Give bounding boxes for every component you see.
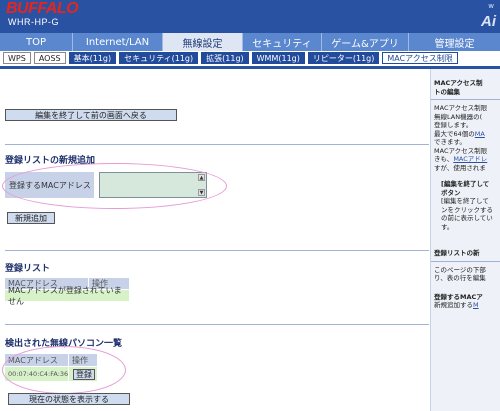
back-button[interactable]: 編集を終了して前の画面へ戻る xyxy=(5,109,177,121)
detected-row-operation: 登録 xyxy=(69,367,97,381)
list-empty-message: MACアドレスが登録されていません xyxy=(5,286,129,306)
help-subheading: 登録するMACア xyxy=(434,292,483,301)
help-text: このページの下部 xyxy=(434,265,486,274)
brand-mark-small: w xyxy=(488,2,494,10)
subtab-wireless-security[interactable]: セキュリティ(11g) xyxy=(119,52,199,64)
subtab-basic[interactable]: 基本(11g) xyxy=(68,52,117,64)
help-text: す。 xyxy=(441,222,454,231)
list-section-title: 登録リスト xyxy=(5,264,51,274)
help-text: の前に表示してい xyxy=(441,214,493,222)
logo: BUFFALO xyxy=(6,0,79,17)
help-subheading-cont: ボタン xyxy=(441,188,461,197)
detected-mac-value: 00:07:40:C4:FA:36 xyxy=(5,367,68,381)
brand-mark: Ai xyxy=(481,13,496,30)
help-sidebar: MACアクセス制 トの編集 MACアクセス制限 無線LAN機器の( 登録します。… xyxy=(430,69,500,411)
help-text: り、表の行を編集 xyxy=(434,274,486,282)
main-tabs: TOP Internet/LAN 無線設定 セキュリティ ゲーム&アプリ 管理設… xyxy=(0,33,500,51)
tab-game-app[interactable]: ゲーム&アプリ xyxy=(322,33,409,51)
help-text: [編集を終了して xyxy=(441,197,489,205)
help-text: MACアクセス制限 xyxy=(434,104,488,112)
help-text: すが、使用されま xyxy=(434,163,486,172)
help-text: 新規追加するM xyxy=(434,301,479,309)
scroll-up-icon[interactable]: ▲ xyxy=(198,174,205,181)
help-text: 無線LAN機器の( xyxy=(434,112,483,121)
help-link[interactable]: MA xyxy=(475,130,485,138)
subtab-wps[interactable]: WPS xyxy=(3,52,31,64)
help-divider xyxy=(431,99,500,100)
detected-col-mac: MACアドレス xyxy=(5,354,68,366)
help-text: MACアクセス制限 xyxy=(434,146,488,155)
subtab-repeater[interactable]: リピーター(11g) xyxy=(307,52,380,64)
tab-top[interactable]: TOP xyxy=(0,33,73,51)
detected-col-operation: 操作 xyxy=(69,354,97,366)
tab-admin[interactable]: 管理設定 xyxy=(409,33,500,51)
sub-navigation: WPS AOSS 基本(11g) セキュリティ(11g) 拡張(11g) WMM… xyxy=(0,51,500,65)
help-text: ンをクリックする xyxy=(441,205,493,214)
divider xyxy=(5,324,429,325)
add-section-title: 登録リストの新規追加 xyxy=(5,156,96,166)
header: BUFFALO WHR-HP-G w Ai xyxy=(0,0,500,33)
mac-address-input[interactable]: ▲ ▼ xyxy=(99,172,207,198)
model-name: WHR-HP-G xyxy=(8,17,59,27)
tab-internet-lan[interactable]: Internet/LAN xyxy=(73,33,163,51)
help-text: できます。 xyxy=(434,138,466,146)
register-button[interactable]: 登録 xyxy=(73,369,95,380)
subtab-advanced[interactable]: 拡張(11g) xyxy=(201,52,249,64)
help-text: 登録します。 xyxy=(434,121,473,129)
mac-address-label: 登録するMACアドレス xyxy=(5,172,94,198)
help-heading: MACアクセス制 xyxy=(434,79,483,87)
help-heading-cont: トの編集 xyxy=(434,87,460,96)
subtab-wmm[interactable]: WMM(11g) xyxy=(251,52,305,64)
help-link[interactable]: MACアドレ xyxy=(453,155,487,163)
help-text: きも、MACアドレ xyxy=(434,155,488,163)
subtab-aoss[interactable]: AOSS xyxy=(33,52,66,64)
add-button[interactable]: 新規追加 xyxy=(7,212,55,224)
help-text: 最大で64個のMA xyxy=(434,129,485,138)
detected-section-title: 検出された無線パソコン一覧 xyxy=(5,339,123,349)
help-heading: 登録リストの新 xyxy=(434,249,480,257)
scroll-down-icon[interactable]: ▼ xyxy=(198,189,205,196)
tab-wireless[interactable]: 無線設定 xyxy=(163,33,243,51)
divider xyxy=(5,250,429,251)
tab-security[interactable]: セキュリティ xyxy=(243,33,322,51)
refresh-status-button[interactable]: 現在の状態を表示する xyxy=(8,393,130,405)
help-divider xyxy=(431,260,500,262)
subtab-mac-access[interactable]: MACアクセス制限 xyxy=(382,52,458,64)
main-content: 編集を終了して前の画面へ戻る 登録リストの新規追加 登録するMACアドレス ▲ … xyxy=(0,69,430,411)
help-link[interactable]: M xyxy=(473,301,479,309)
help-subheading: [編集を終了して xyxy=(441,180,490,188)
divider xyxy=(5,144,429,145)
